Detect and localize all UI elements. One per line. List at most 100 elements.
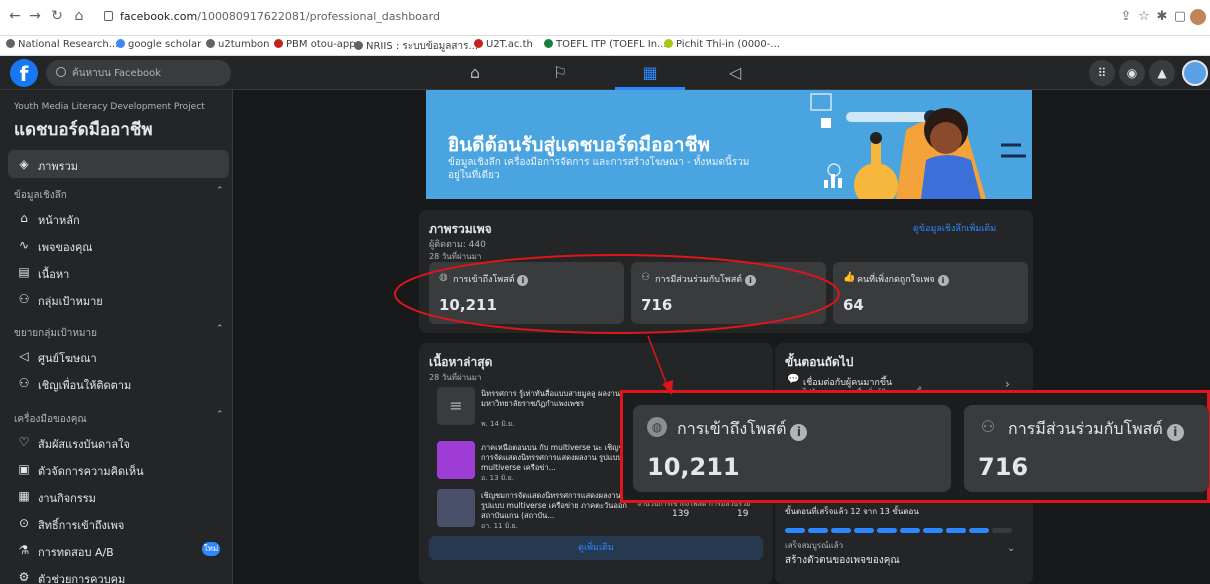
flask-icon: ⚗	[18, 543, 30, 557]
megaphone-icon[interactable]: ◁	[700, 56, 770, 90]
globe-icon: ◍	[647, 417, 667, 437]
browser-profile-avatar[interactable]	[1190, 9, 1206, 25]
sidebar-item-page-access[interactable]: ⊙ สิทธิ์การเข้าถึงเพจ	[8, 509, 229, 537]
progress-segment	[785, 528, 805, 533]
flag-icon[interactable]: ⚐	[525, 56, 595, 90]
trend-icon: ∿	[18, 238, 30, 252]
progress-segment	[877, 528, 897, 533]
stat-value: 716	[641, 296, 673, 314]
bookmark-item[interactable]: U2T.ac.th	[474, 39, 533, 50]
zoom-stat-value: 716	[978, 453, 1029, 481]
sidebar-item-invite-friends[interactable]: ⚇ เชิญเพื่อนให้ติดตาม	[8, 369, 229, 397]
sidebar-item-home[interactable]: ⌂ หน้าหลัก	[8, 204, 229, 232]
banner-illustration	[810, 93, 1026, 199]
post-date: พ. 14 มิ.ย.	[481, 420, 515, 428]
forward-icon[interactable]: →	[26, 7, 44, 25]
chevron-up-icon[interactable]: ⌃	[216, 186, 224, 196]
back-icon[interactable]: ←	[6, 7, 24, 25]
bookmark-item[interactable]: TOEFL ITP (TOEFL In...	[544, 39, 667, 50]
sidebar-item-moderation-assist[interactable]: ⚙ ตัวช่วยการควบคุม	[8, 563, 229, 584]
dashboard-icon[interactable]: ▦	[615, 56, 685, 90]
sidebar-item-content[interactable]: ▤ เนื้อหา	[8, 258, 229, 286]
stat-label: คนที่เพิ่งกดถูกใจเพจ i	[857, 272, 949, 286]
facebook-header: f ค้นหาบน Facebook ⌂ ⚐ ▦ ◁ ⠿ ◉ ▲	[0, 56, 1210, 90]
latest-date-range: 28 วันที่ผ่านมา	[429, 373, 482, 382]
sidebar-item-comment-manager[interactable]: ▣ ตัวจัดการความคิดเห็น	[8, 455, 229, 483]
progress-bar	[785, 518, 1023, 533]
screenshot-root: ← → ↻ ⌂ facebook.com/100080917622081/pro…	[0, 0, 1210, 584]
notifications-icon[interactable]: ▲	[1149, 60, 1175, 86]
bookmark-label: TOEFL ITP (TOEFL In...	[556, 39, 667, 50]
share-icon[interactable]: ⇪	[1118, 9, 1134, 25]
chevron-up-icon[interactable]: ⌃	[216, 324, 224, 334]
progress-segment	[969, 528, 989, 533]
sidebar-item-events[interactable]: ▦ งานกิจกรรม	[8, 482, 229, 510]
sidebar-item-label: เนื้อหา	[38, 268, 70, 281]
zoom-callout: ◍ การเข้าถึงโพสต์ i 10,211 ⚇ การมีส่วนร่ว…	[620, 390, 1210, 503]
bookmark-label: google scholar	[128, 39, 202, 50]
bookmark-item[interactable]: NRIIS : ระบบข้อมูลสาร...	[354, 39, 478, 54]
lock-icon	[104, 11, 113, 21]
bookmark-label: PBM otou-app	[286, 39, 356, 50]
account-avatar[interactable]	[1182, 60, 1208, 86]
bookmark-favicon-icon	[274, 39, 283, 48]
megaphone-icon: ◁	[19, 349, 29, 363]
info-icon: i	[790, 424, 808, 441]
extensions-icon[interactable]: ✱	[1154, 9, 1170, 25]
section-tools: เครื่องมือของคุณ	[14, 414, 87, 425]
zoom-stat-post-engagement: ⚇ การมีส่วนร่วมกับโพสต์ i 716	[964, 405, 1209, 492]
sidebar-item-label: เชิญเพื่อนให้ติดตาม	[38, 379, 132, 392]
bookmark-item[interactable]: u2tumbon	[206, 39, 270, 50]
facebook-logo[interactable]: f	[10, 59, 38, 87]
sidebar-item-label: ตัวจัดการความคิดเห็น	[38, 465, 144, 478]
bookmark-item[interactable]: PBM otou-app	[274, 39, 356, 50]
bookmark-item[interactable]: Pichit Thi-in (0000-...	[664, 39, 780, 50]
bookmarks-bar: National Research... google scholar u2tumb…	[0, 36, 1210, 56]
zoom-stat-value: 10,211	[647, 453, 740, 481]
sidebar-item-your-page[interactable]: ∿ เพจของคุณ	[8, 231, 229, 259]
chevron-right-icon[interactable]: ›	[1005, 377, 1010, 391]
sidebar-item-ad-center[interactable]: ◁ ศูนย์โฆษณา	[8, 342, 229, 370]
sidebar-item-overview[interactable]: ◈ ภาพรวม	[8, 150, 229, 178]
sidebar-item-label: หน้าหลัก	[38, 214, 80, 227]
stat-label: การเข้าถึงโพสต์ i	[453, 272, 529, 286]
chevron-up-icon[interactable]: ⌃	[216, 410, 224, 420]
url-host: facebook.com	[120, 10, 198, 23]
stat-post-engagement[interactable]: ⚇ การมีส่วนร่วมกับโพสต์ i 716	[631, 262, 826, 324]
post-text: เชิญชมการจัดแสดงนิทรรศการแสดงผลงาน รูปแบ…	[481, 491, 627, 520]
people-icon: ⚇	[641, 272, 650, 283]
section-insights: ข้อมูลเชิงลึก	[14, 190, 67, 201]
bookmark-label: Pichit Thi-in (0000-...	[676, 39, 780, 50]
address-bar[interactable]: facebook.com/100080917622081/professiona…	[120, 10, 440, 23]
page-overview-card: ภาพรวมเพจ ดูข้อมูลเชิงลึกเพิ่มเติม ผู้ติ…	[419, 210, 1033, 333]
bookmark-favicon-icon	[544, 39, 553, 48]
see-more-button[interactable]: ดูเพิ่มเติม	[429, 536, 763, 560]
sidebar-item-label: การทดสอบ A/B	[38, 546, 114, 559]
bookmark-favicon-icon	[664, 39, 673, 48]
sidebar-item-label: สัมผัสแรงบันดาลใจ	[38, 438, 130, 451]
more-insights-link[interactable]: ดูข้อมูลเชิงลึกเพิ่มเติม	[913, 221, 996, 235]
home-browser-icon[interactable]: ⌂	[70, 7, 88, 25]
stat-post-reach[interactable]: ◍ การเข้าถึงโพสต์ i 10,211	[429, 262, 624, 324]
bookmark-label: National Research...	[18, 39, 119, 50]
window-icon[interactable]: ▢	[1172, 9, 1188, 25]
post-text-icon: ≡	[437, 387, 475, 425]
bookmark-item[interactable]: National Research...	[6, 39, 118, 50]
progress-segment	[900, 528, 920, 533]
sidebar-item-audience[interactable]: ⚇ กลุ่มเป้าหมาย	[8, 285, 229, 313]
menu-grid-icon[interactable]: ⠿	[1089, 60, 1115, 86]
sidebar-item-ab-test[interactable]: ⚗ การทดสอบ A/B ใหม่	[8, 536, 229, 564]
completed-step-title[interactable]: สร้างตัวตนของเพจของคุณ	[785, 553, 900, 568]
key-icon: ⊙	[18, 516, 30, 530]
sidebar-item-inspiration[interactable]: ♡ สัมผัสแรงบันดาลใจ	[8, 428, 229, 456]
bookmark-star-icon[interactable]: ☆	[1136, 9, 1152, 25]
info-icon: i	[937, 275, 949, 286]
reload-icon[interactable]: ↻	[48, 7, 66, 25]
search-box[interactable]: ค้นหาบน Facebook	[46, 60, 231, 86]
home-icon[interactable]: ⌂	[440, 56, 510, 90]
bookmark-item[interactable]: google scholar	[116, 39, 201, 50]
chevron-down-icon[interactable]: ⌄	[1007, 543, 1015, 554]
sidebar-item-label: เพจของคุณ	[38, 241, 93, 254]
stat-new-page-likes[interactable]: 👍 คนที่เพิ่งกดถูกใจเพจ i 64	[833, 262, 1028, 324]
messenger-icon[interactable]: ◉	[1119, 60, 1145, 86]
